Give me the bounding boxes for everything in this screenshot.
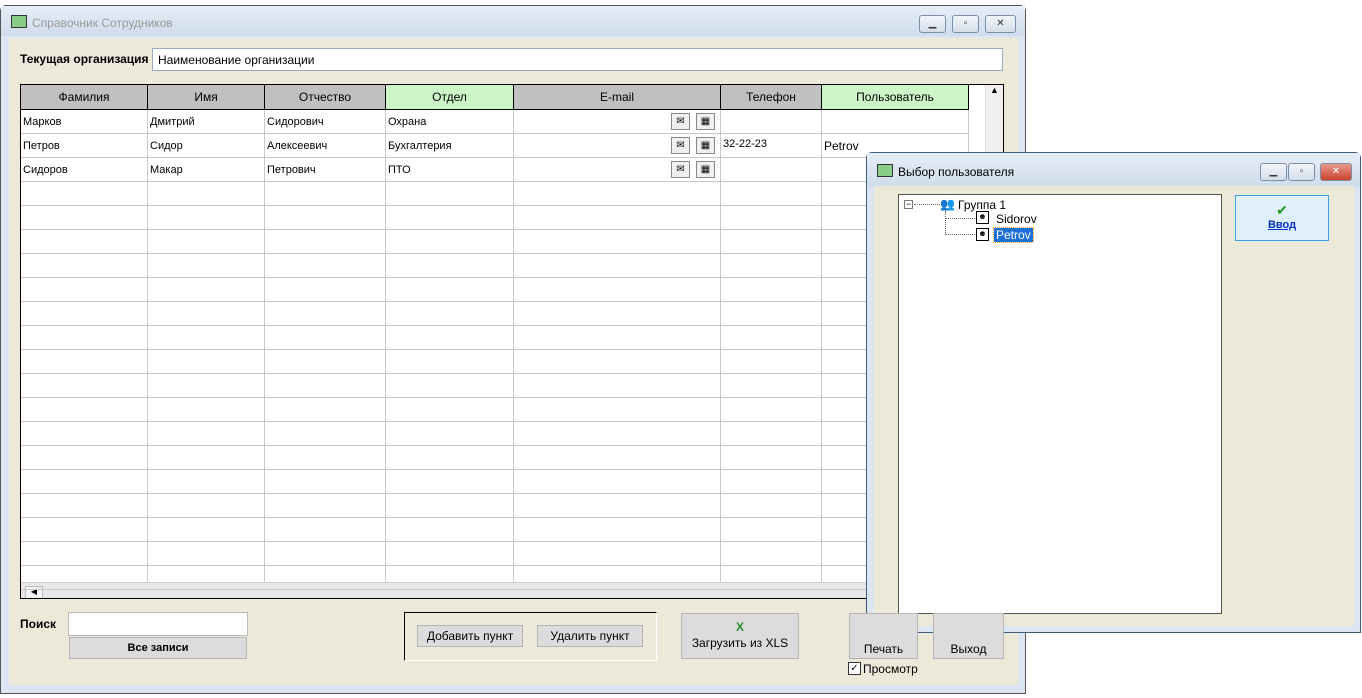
- tree-group-label[interactable]: Группа 1: [958, 198, 1006, 212]
- table-cell-last[interactable]: Сидоров: [23, 158, 68, 182]
- grid-line: [21, 493, 968, 494]
- user-icon: ☻: [976, 211, 989, 224]
- close-button[interactable]: ✕: [985, 15, 1016, 33]
- exit-label: Выход: [950, 642, 987, 656]
- print-button[interactable]: Печать: [849, 613, 918, 659]
- dialog-icon: [877, 164, 893, 177]
- col-header-dept[interactable]: Отдел: [386, 85, 514, 110]
- window-title: Справочник Сотрудников: [32, 16, 173, 30]
- tree-user-sidorov[interactable]: Sidorov: [996, 212, 1037, 226]
- dialog-title: Выбор пользователя: [898, 165, 1015, 179]
- preview-checkbox[interactable]: ✓: [848, 662, 861, 675]
- grid-line: [21, 349, 968, 350]
- grid-line: [21, 205, 968, 206]
- dialog-maximize-button[interactable]: ▫: [1288, 163, 1315, 181]
- table-icon[interactable]: ▦: [696, 113, 715, 130]
- grid-line: [21, 565, 968, 566]
- table-cell-last[interactable]: Петров: [23, 134, 60, 158]
- maximize-button[interactable]: ▫: [952, 15, 979, 33]
- grid-line: [21, 589, 968, 590]
- table-cell-last[interactable]: Марков: [23, 110, 61, 134]
- delete-item-button[interactable]: Удалить пункт: [537, 625, 643, 647]
- send-email-icon[interactable]: ✉: [671, 113, 690, 130]
- table-cell-middle[interactable]: Алексеевич: [267, 134, 327, 158]
- org-label: Текущая организация: [20, 52, 149, 66]
- table-cell-first[interactable]: Макар: [150, 158, 183, 182]
- send-email-icon[interactable]: ✉: [671, 137, 690, 154]
- grid-line: [21, 541, 968, 542]
- grid-line: [21, 397, 968, 398]
- table-cell-dept[interactable]: ПТО: [388, 158, 411, 182]
- col-header-first[interactable]: Имя: [148, 85, 265, 110]
- table-cell-first[interactable]: Сидор: [150, 134, 183, 158]
- table-cell-first[interactable]: Дмитрий: [150, 110, 195, 134]
- employees-table: Фамилия Имя Отчество Отдел E-mail Телефо…: [20, 84, 1004, 599]
- grid-line: [21, 469, 968, 470]
- grid-line: [21, 229, 968, 230]
- search-input[interactable]: [68, 612, 248, 636]
- user-tree[interactable]: − 👥 Группа 1 ☻ Sidorov ☻ Petrov: [898, 194, 1222, 614]
- search-label: Поиск: [20, 617, 57, 631]
- grid-line: [21, 301, 968, 302]
- col-header-last[interactable]: Фамилия: [21, 85, 148, 110]
- col-header-email[interactable]: E-mail: [514, 85, 721, 110]
- grid-line: [21, 253, 968, 254]
- dialog-minimize-button[interactable]: ▁: [1260, 163, 1287, 181]
- minimize-button[interactable]: ▁: [919, 15, 946, 33]
- check-icon: ✔: [1276, 202, 1288, 218]
- grid-line: [21, 421, 968, 422]
- table-cell-middle[interactable]: Сидорович: [267, 110, 324, 134]
- add-item-button[interactable]: Добавить пункт: [417, 625, 523, 647]
- org-input[interactable]: Наименование организации: [152, 48, 1003, 71]
- collapse-toggle[interactable]: −: [904, 200, 913, 209]
- app-icon: [11, 15, 27, 28]
- grid-line: [21, 517, 968, 518]
- table-cell-user[interactable]: Petrov: [824, 134, 859, 158]
- col-header-user[interactable]: Пользователь: [822, 85, 969, 110]
- table-icon[interactable]: ▦: [696, 161, 715, 178]
- table-cell-dept[interactable]: Охрана: [388, 110, 426, 134]
- table-cell-dept[interactable]: Бухгалтерия: [388, 134, 452, 158]
- grid-line: [21, 277, 968, 278]
- horizontal-scrollbar[interactable]: ◀: [21, 582, 1003, 598]
- excel-icon: X: [735, 620, 744, 634]
- send-email-icon[interactable]: ✉: [671, 161, 690, 178]
- col-header-middle[interactable]: Отчество: [265, 85, 386, 110]
- ok-button[interactable]: ✔ Ввод: [1235, 195, 1329, 241]
- title-bar[interactable]: Справочник Сотрудников ▁ ▫ ✕: [1, 6, 1025, 36]
- dialog-close-button[interactable]: ✕: [1320, 163, 1352, 181]
- grid-line: [21, 445, 968, 446]
- table-cell-phone[interactable]: 32-22-23: [723, 132, 767, 156]
- tree-user-petrov[interactable]: Petrov: [993, 227, 1034, 243]
- table-cell-middle[interactable]: Петрович: [267, 158, 316, 182]
- load-xls-label: Загрузить из XLS: [691, 636, 789, 650]
- grid-line: [21, 373, 968, 374]
- print-label: Печать: [863, 642, 904, 656]
- grid-line: [21, 325, 968, 326]
- dialog-title-bar[interactable]: Выбор пользователя ▁ ▫ ✕: [867, 153, 1360, 187]
- exit-button[interactable]: Выход: [933, 613, 1004, 659]
- ok-label: Ввод: [1267, 219, 1297, 231]
- table-icon[interactable]: ▦: [696, 137, 715, 154]
- col-header-phone[interactable]: Телефон: [721, 85, 822, 110]
- preview-label: Просмотр: [863, 662, 918, 676]
- group-icon: 👥: [940, 197, 955, 211]
- user-icon: ☻: [976, 228, 989, 241]
- load-xls-button[interactable]: X Загрузить из XLS: [681, 613, 799, 659]
- all-records-button[interactable]: Все записи: [69, 637, 247, 659]
